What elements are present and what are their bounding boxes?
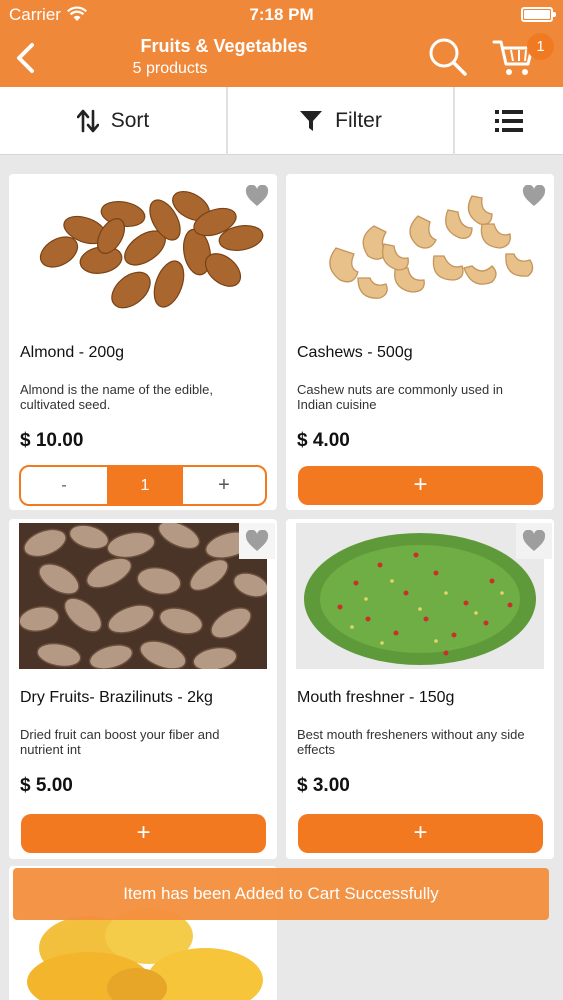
cart-count-badge: 1 [527, 33, 554, 60]
quantity-value: 1 [107, 467, 183, 504]
product-price: $ 4.00 [297, 430, 350, 451]
added-to-cart-toast: Item has been Added to Cart Successfully [13, 868, 549, 920]
product-description: Almond is the name of the edible, cultiv… [20, 382, 213, 412]
add-to-cart-button[interactable]: + [298, 814, 543, 853]
increase-quantity-button[interactable]: + [183, 467, 265, 504]
favorite-button[interactable] [516, 523, 552, 559]
product-name: Almond - 200g [20, 344, 125, 361]
sort-icon [76, 109, 99, 133]
filter-label: Filter [335, 109, 382, 132]
product-name: Mouth freshner - 150g [297, 689, 455, 706]
nav-bar: Fruits & Vegetables 5 products 1 [0, 30, 563, 87]
product-description: Cashew nuts are commonly used in Indian … [297, 382, 503, 412]
filter-icon [300, 111, 323, 131]
sort-label: Sort [110, 109, 150, 132]
product-price: $ 10.00 [20, 430, 84, 451]
favorite-button[interactable] [239, 523, 275, 559]
product-card[interactable]: Mouth freshner - 150g Best mouth freshen… [286, 519, 554, 859]
product-card[interactable]: Almond - 200g Almond is the name of the … [9, 174, 277, 510]
status-bar: Carrier 7:18 PM [0, 0, 563, 30]
product-price: $ 3.00 [297, 775, 350, 796]
clock: 7:18 PM [249, 5, 314, 24]
product-image-cashews [296, 178, 544, 324]
battery-icon [521, 7, 556, 22]
heart-icon [522, 530, 546, 551]
product-description: Best mouth fresheners without any side e… [297, 727, 525, 757]
favorite-button[interactable] [239, 178, 275, 214]
favorite-button[interactable] [516, 178, 552, 214]
page-title: Fruits & Vegetables [140, 36, 308, 56]
add-to-cart-button[interactable]: + [21, 814, 266, 853]
search-icon [429, 38, 467, 76]
product-card[interactable]: Dry Fruits- Brazilinuts - 2kg Dried frui… [9, 519, 277, 859]
product-image-mouth-freshner [296, 523, 544, 669]
heart-icon [245, 530, 269, 551]
product-count: 5 products [132, 60, 208, 77]
sort-button[interactable]: Sort [0, 87, 228, 155]
list-view-button[interactable] [455, 87, 563, 155]
product-name: Dry Fruits- Brazilinuts - 2kg [20, 689, 213, 706]
filter-button[interactable]: Filter [228, 87, 455, 155]
decrease-quantity-button[interactable]: - [21, 467, 107, 504]
product-price: $ 5.00 [20, 775, 73, 796]
quantity-stepper: - 1 + [19, 465, 267, 506]
product-card[interactable]: Cashews - 500g Cashew nuts are commonly … [286, 174, 554, 510]
product-description: Dried fruit can boost your fiber and nut… [20, 727, 220, 757]
product-image-almond [19, 178, 267, 324]
search-button[interactable] [427, 36, 469, 78]
add-to-cart-button[interactable]: + [298, 466, 543, 505]
list-icon [495, 110, 523, 132]
sort-filter-toolbar: Sort Filter [0, 87, 563, 155]
heart-icon [245, 185, 269, 206]
heart-icon [522, 185, 546, 206]
product-image-brazil-nuts [19, 523, 267, 669]
product-name: Cashews - 500g [297, 344, 413, 361]
